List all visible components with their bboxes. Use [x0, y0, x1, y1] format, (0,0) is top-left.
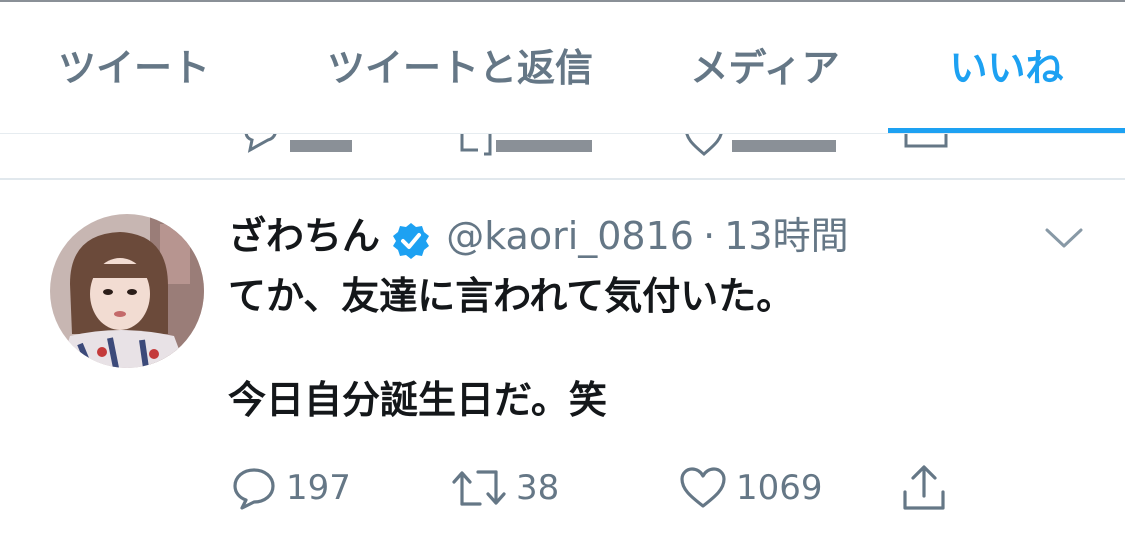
author-handle[interactable]: @kaori_0816: [446, 214, 694, 258]
avatar-image: [50, 214, 204, 368]
retweet-icon: [452, 470, 506, 506]
verified-badge-icon: [393, 222, 430, 259]
retweet-count: 38: [516, 468, 560, 508]
partial-count-text: [496, 140, 592, 152]
share-icon[interactable]: [902, 134, 950, 164]
retweet-icon[interactable]: [456, 134, 496, 164]
avatar[interactable]: [50, 214, 204, 368]
partial-count-text: [290, 140, 352, 152]
chevron-down-icon[interactable]: [1043, 222, 1085, 252]
previous-tweet-actions: [0, 134, 1125, 178]
reply-count: 197: [286, 468, 351, 508]
share-icon: [903, 465, 945, 510]
reply-icon[interactable]: [240, 134, 280, 164]
tab-tweets-and-replies[interactable]: ツイートと返信: [300, 2, 620, 134]
tweet-divider: [0, 178, 1125, 180]
tweet-text: てか、友達に言われて気付いた。 今日自分誕生日だ。笑: [228, 270, 1088, 426]
tab-tweets[interactable]: ツイート: [0, 2, 268, 134]
tweet-header: ざわちん @kaori_0816 · 13時間: [228, 212, 849, 260]
like-button[interactable]: 1069: [678, 458, 823, 518]
like-count: 1069: [736, 468, 823, 508]
tab-media[interactable]: メディア: [660, 2, 870, 134]
tweet-text-line-1: てか、友達に言われて気付いた。: [228, 274, 795, 318]
share-button[interactable]: [900, 458, 948, 518]
like-icon: [680, 467, 726, 508]
reply-button[interactable]: 197: [230, 458, 351, 518]
retweet-button[interactable]: 38: [450, 458, 559, 518]
tweet-actions: 197 38 1069: [0, 458, 1125, 518]
profile-tabs: ツイート ツイートと返信 メディア いいね: [0, 2, 1125, 134]
separator-dot: ·: [703, 214, 716, 258]
author-name[interactable]: ざわちん: [228, 214, 380, 258]
reply-icon: [233, 468, 275, 510]
tweet-text-line-3: 今日自分誕生日だ。笑: [228, 378, 607, 422]
partial-count-text: [732, 140, 836, 152]
tab-likes[interactable]: いいね: [888, 2, 1125, 134]
like-icon[interactable]: [682, 134, 726, 164]
tweet-timestamp[interactable]: 13時間: [724, 214, 848, 258]
tweet-text-line-2: [228, 322, 1088, 374]
